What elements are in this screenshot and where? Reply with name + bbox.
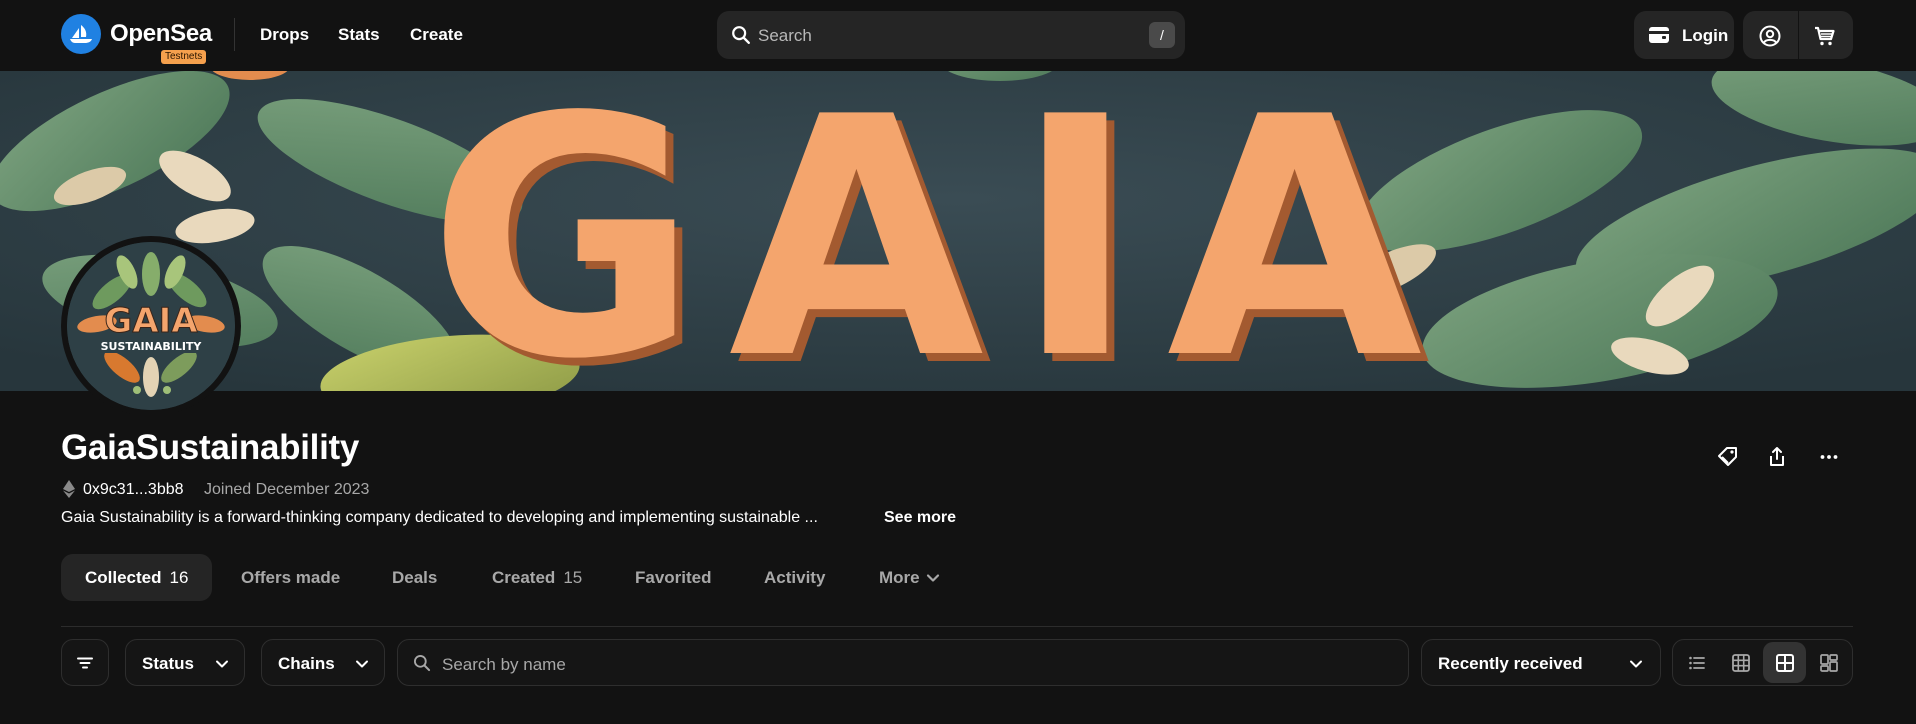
tab-more[interactable]: More <box>855 554 964 601</box>
tabs-divider <box>61 626 1853 627</box>
sort-label: Recently received <box>1438 654 1583 673</box>
chains-label: Chains <box>278 654 335 673</box>
filter-toggle-button[interactable] <box>61 639 109 686</box>
tab-created[interactable]: Created 15 <box>468 554 606 601</box>
nav-create[interactable]: Create <box>410 25 463 45</box>
joined-date: Joined December 2023 <box>204 481 370 498</box>
chevron-down-icon <box>1630 660 1642 668</box>
tab-deals[interactable]: Deals <box>368 554 461 601</box>
list-view-button[interactable] <box>1675 642 1718 683</box>
tab-label: Offers made <box>241 567 341 587</box>
ethereum-icon <box>63 480 75 498</box>
nav-stats[interactable]: Stats <box>338 25 380 45</box>
small-grid-view-button[interactable] <box>1719 642 1762 683</box>
profile-name: GaiaSustainability <box>61 428 360 467</box>
search-by-name-input[interactable]: Search by name <box>397 639 1409 686</box>
nav-drops[interactable]: Drops <box>260 25 309 45</box>
status-label: Status <box>142 654 194 673</box>
banner-text: GAIA <box>428 71 1452 391</box>
account-cart-group <box>1743 11 1853 59</box>
tab-count: 16 <box>169 567 189 587</box>
tab-label: Collected <box>85 567 162 587</box>
small-grid-icon <box>1731 653 1750 672</box>
view-mode-group <box>1672 639 1853 686</box>
wallet-icon <box>1649 27 1669 43</box>
search-placeholder: Search <box>758 26 812 45</box>
tab-label: Created <box>492 567 556 587</box>
opensea-logo-icon[interactable] <box>61 14 101 54</box>
chevron-down-icon <box>926 573 939 582</box>
masonry-view-button[interactable] <box>1807 642 1850 683</box>
chevron-down-icon <box>216 660 228 668</box>
search-shortcut-key: / <box>1149 22 1175 48</box>
wallet-address[interactable]: 0x9c31...3bb8 <box>83 481 184 499</box>
cart-icon[interactable] <box>1813 24 1837 48</box>
list-view-icon <box>1688 656 1705 669</box>
search-icon <box>732 26 750 44</box>
tab-label: Favorited <box>635 567 712 587</box>
testnets-badge: Testnets <box>161 50 207 64</box>
tab-activity[interactable]: Activity <box>740 554 849 601</box>
pill-divider <box>1798 11 1799 59</box>
search-icon <box>414 655 431 672</box>
avatar-subtitle: SUSTAINABILITY <box>101 340 203 353</box>
tab-offers-made[interactable]: Offers made <box>217 554 364 601</box>
make-offer-tag-icon[interactable] <box>1716 445 1740 469</box>
profile-avatar[interactable]: GAIA SUSTAINABILITY <box>61 236 241 416</box>
profile-description: Gaia Sustainability is a forward-thinkin… <box>61 509 818 526</box>
account-icon[interactable] <box>1758 24 1782 48</box>
nav-divider <box>234 18 235 51</box>
filter-icon <box>77 657 93 669</box>
global-search-input[interactable]: Search / <box>717 11 1185 59</box>
tab-favorited[interactable]: Favorited <box>611 554 736 601</box>
brand-name[interactable]: OpenSea <box>110 20 212 48</box>
chains-dropdown[interactable]: Chains <box>261 639 385 686</box>
search-by-name-placeholder: Search by name <box>442 655 566 674</box>
tab-label: Deals <box>392 567 438 587</box>
share-icon[interactable] <box>1765 445 1789 469</box>
chevron-down-icon <box>356 660 368 668</box>
masonry-grid-icon <box>1819 653 1838 672</box>
top-navigation: OpenSea Testnets Drops Stats Create Sear… <box>0 0 1916 71</box>
more-options-icon[interactable] <box>1817 445 1841 469</box>
sort-dropdown[interactable]: Recently received <box>1421 639 1661 686</box>
profile-banner-image: GAIA GAIA <box>0 71 1916 391</box>
tab-label: More <box>879 567 920 587</box>
tab-label: Activity <box>764 567 826 587</box>
avatar-title: GAIA <box>104 301 198 341</box>
large-grid-icon <box>1775 653 1794 672</box>
login-label: Login <box>1682 26 1729 45</box>
see-more-link[interactable]: See more <box>884 509 956 527</box>
login-button[interactable]: Login <box>1634 11 1734 59</box>
tab-count: 15 <box>563 567 583 587</box>
status-dropdown[interactable]: Status <box>125 639 245 686</box>
tab-collected[interactable]: Collected 16 <box>61 554 213 601</box>
large-grid-view-button[interactable] <box>1763 642 1806 683</box>
